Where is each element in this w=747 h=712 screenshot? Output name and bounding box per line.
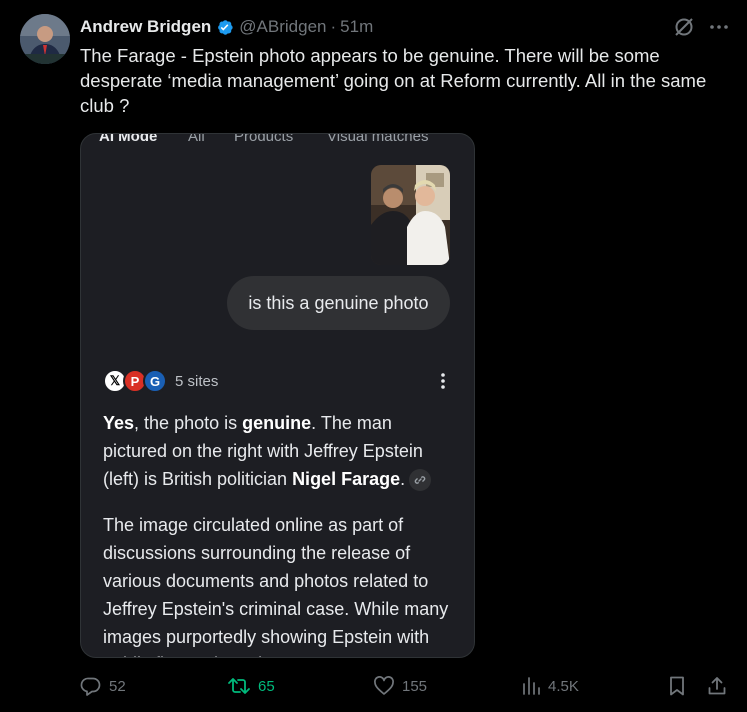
separator: · — [330, 17, 337, 36]
tab-all[interactable]: All — [188, 134, 205, 145]
reply-icon — [80, 677, 101, 696]
share-button[interactable] — [706, 672, 728, 700]
tweet-text: The Farage - Epstein photo appears to be… — [80, 45, 707, 116]
reply-button[interactable]: 52 — [80, 672, 126, 700]
ai-answer: Yes, the photo is genuine. The man pictu… — [103, 410, 453, 657]
grok-icon[interactable] — [673, 16, 695, 43]
tab-visual-matches[interactable]: Visual matches — [327, 134, 428, 145]
search-tabs: AI Mode All Products Visual matches — [81, 134, 474, 150]
tab-ai-mode[interactable]: AI Mode — [99, 134, 157, 145]
answer-paragraph-1: Yes, the photo is genuine. The man pictu… — [103, 410, 453, 493]
like-button[interactable]: 155 — [373, 672, 427, 700]
answer-paragraph-2: The image circulated online as part of d… — [103, 515, 449, 657]
repost-icon — [228, 678, 250, 694]
uploaded-photo[interactable] — [371, 165, 450, 265]
views-count: 4.5K — [548, 677, 579, 695]
action-bar: 52 65 155 4.5K — [80, 672, 730, 700]
reply-count: 52 — [109, 677, 126, 695]
verified-badge-icon — [215, 18, 234, 37]
repost-button[interactable]: 65 — [227, 672, 275, 700]
views-chart-icon — [523, 677, 540, 695]
tweet-header: Andrew Bridgen @ABridgen · 51m — [80, 14, 373, 40]
heart-icon — [374, 676, 394, 695]
repost-count: 65 — [258, 677, 275, 695]
tweet: Andrew Bridgen @ABridgen · 51m The Farag… — [0, 0, 747, 712]
tab-products[interactable]: Products — [234, 134, 293, 145]
share-icon — [708, 677, 726, 695]
avatar[interactable] — [20, 14, 70, 64]
more-options-icon[interactable] — [709, 17, 729, 42]
author-name[interactable]: Andrew Bridgen — [80, 17, 211, 37]
views-button[interactable]: 4.5K — [521, 672, 579, 700]
bookmark-icon — [670, 676, 684, 696]
post-time[interactable]: 51m — [340, 17, 373, 37]
user-question-bubble: is this a genuine photo — [227, 276, 450, 330]
g-logo-icon: G — [143, 369, 167, 393]
bookmark-button[interactable] — [667, 672, 687, 700]
like-count: 155 — [402, 677, 428, 695]
sources-row[interactable]: 𝕏 P G 5 sites — [103, 368, 453, 394]
author-handle[interactable]: @ABridgen — [239, 17, 326, 37]
link-icon[interactable] — [409, 468, 432, 491]
attached-screenshot[interactable]: AI Mode All Products Visual matches is t… — [80, 133, 475, 658]
sources-count[interactable]: 5 sites — [175, 373, 218, 390]
kebab-menu-icon[interactable] — [433, 371, 453, 396]
top-actions — [673, 16, 729, 43]
